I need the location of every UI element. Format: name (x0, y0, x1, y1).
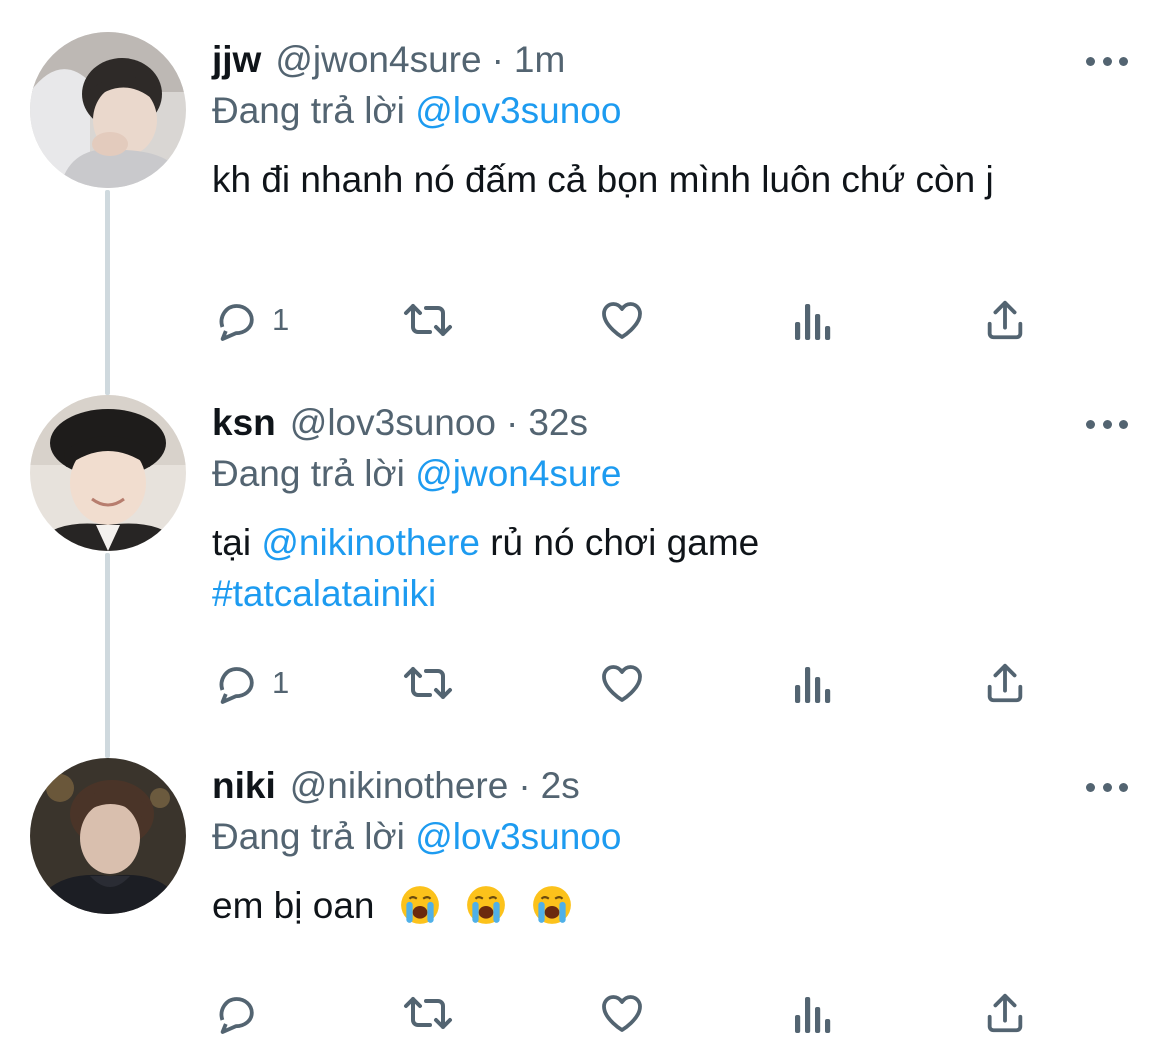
retweet-icon (404, 304, 452, 336)
retweet-button[interactable] (399, 295, 457, 345)
views-button[interactable] (792, 295, 834, 345)
user-handle[interactable]: @jwon4sure (275, 39, 481, 81)
avatar[interactable] (30, 395, 186, 551)
timestamp[interactable]: 32s (528, 402, 588, 444)
avatar[interactable] (30, 32, 186, 188)
timestamp[interactable]: 2s (541, 765, 580, 807)
reply-count: 1 (272, 302, 290, 337)
retweet-icon (404, 997, 452, 1029)
reply-icon (219, 304, 254, 341)
retweet-button[interactable] (399, 658, 457, 708)
replying-to-mention[interactable]: @jwon4sure (415, 453, 621, 494)
like-button[interactable] (597, 988, 647, 1038)
tweet-actions: 1 (212, 295, 1042, 345)
avatar[interactable] (30, 758, 186, 914)
tweet-header: jjw @jwon4sure · 1m (212, 32, 565, 88)
like-icon (602, 995, 642, 1032)
share-button[interactable] (982, 295, 1028, 345)
replying-to-mention[interactable]: @lov3sunoo (415, 816, 621, 857)
separator-dot: · (518, 765, 531, 806)
retweet-icon (404, 667, 452, 699)
hashtag-link[interactable]: #tatcalatainiki (212, 573, 436, 614)
replying-to-label: Đang trả lời (212, 90, 405, 131)
reply-button[interactable]: 1 (212, 658, 289, 708)
reply-button[interactable]: 1 (212, 295, 289, 345)
display-name[interactable]: jjw (212, 39, 261, 81)
more-icon[interactable] (1086, 56, 1128, 66)
like-button[interactable] (597, 295, 647, 345)
display-name[interactable]: ksn (212, 402, 276, 444)
profile-photo-niki (30, 758, 186, 914)
more-icon[interactable] (1086, 419, 1128, 429)
tweet-actions: 1 (212, 658, 1042, 708)
loudly-crying-face-icon (400, 886, 439, 924)
tweet-header: ksn @lov3sunoo · 32s (212, 395, 588, 451)
separator-dot: · (506, 402, 519, 443)
replying-to-label: Đang trả lời (212, 816, 405, 857)
more-icon[interactable] (1086, 782, 1128, 792)
tweet-text: em bị oan (212, 880, 1132, 931)
loudly-crying-face-icon (467, 886, 505, 924)
user-handle[interactable]: @nikinothere (290, 765, 509, 807)
tweet[interactable]: jjw @jwon4sure · 1m Đang trả lời @lov3su… (0, 32, 1170, 382)
reply-button[interactable] (212, 988, 272, 1038)
share-icon (987, 300, 1023, 340)
tweet-text: tại @nikinothere rủ nó chơi game #tatcal… (212, 517, 1132, 619)
replying-to: Đang trả lời @jwon4sure (212, 453, 621, 495)
retweet-button[interactable] (399, 988, 457, 1038)
views-button[interactable] (792, 658, 834, 708)
share-button[interactable] (982, 988, 1028, 1038)
tweet[interactable]: ksn @lov3sunoo · 32s Đang trả lời @jwon4… (0, 395, 1170, 745)
share-icon (987, 663, 1023, 703)
tweet[interactable]: niki @nikinothere · 2s Đang trả lời @lov… (0, 758, 1170, 1047)
tweet-text: kh đi nhanh nó đấm cả bọn mình luôn chứ … (212, 159, 994, 200)
views-button[interactable] (792, 988, 834, 1038)
reply-icon (219, 667, 254, 704)
replying-to: Đang trả lời @lov3sunoo (212, 90, 621, 132)
tweet-text-end: rủ nó chơi game (490, 522, 760, 563)
display-name[interactable]: niki (212, 765, 276, 807)
like-icon (602, 665, 642, 702)
like-button[interactable] (597, 658, 647, 708)
profile-photo-jjw (30, 32, 186, 188)
views-icon (795, 304, 831, 340)
like-icon (602, 302, 642, 339)
timestamp[interactable]: 1m (514, 39, 565, 81)
user-handle[interactable]: @lov3sunoo (290, 402, 496, 444)
views-icon (795, 667, 831, 703)
replying-to: Đang trả lời @lov3sunoo (212, 816, 621, 858)
views-icon (795, 997, 831, 1033)
replying-to-label: Đang trả lời (212, 453, 405, 494)
tweet-actions (212, 988, 1042, 1038)
tweet-text-start: tại (212, 522, 252, 563)
share-button[interactable] (982, 658, 1028, 708)
tweet-text-main: em bị oan (212, 885, 375, 926)
reply-icon (219, 997, 254, 1034)
reply-count: 1 (272, 665, 290, 700)
share-icon (987, 993, 1023, 1033)
separator-dot: · (491, 39, 504, 80)
loudly-crying-face-icon (533, 886, 572, 924)
profile-photo-ksn (30, 395, 186, 551)
mention-link[interactable]: @nikinothere (261, 522, 480, 563)
tweet-header: niki @nikinothere · 2s (212, 758, 580, 814)
replying-to-mention[interactable]: @lov3sunoo (415, 90, 621, 131)
